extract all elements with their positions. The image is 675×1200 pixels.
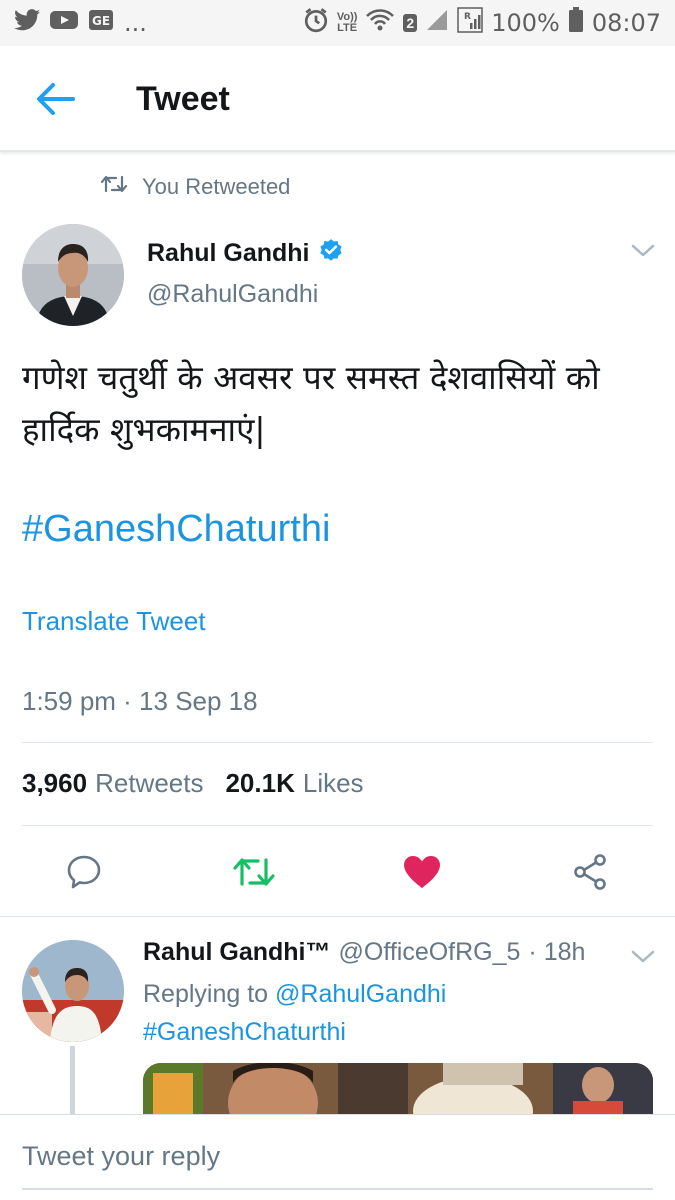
author-name-row[interactable]: Rahul Gandhi: [147, 238, 344, 269]
reply-button[interactable]: [62, 850, 106, 894]
reply-input-underline: [22, 1188, 653, 1190]
wifi-icon: [365, 8, 395, 39]
retweet-context-label: You Retweeted: [142, 174, 291, 199]
alarm-icon: [303, 7, 329, 40]
divider: [22, 742, 653, 743]
heart-icon: [404, 856, 440, 888]
replying-to: Replying to @RahulGandhi: [143, 980, 446, 1009]
reply-author-avatar[interactable]: [22, 940, 124, 1042]
tweet-text: गणेश चतुर्थी के अवसर पर समस्त देशवासियों…: [22, 358, 600, 449]
clock: 08:07: [591, 9, 661, 37]
like-button[interactable]: [400, 850, 444, 894]
page-title: Tweet: [136, 80, 230, 118]
sim-slot-badge: 2: [403, 14, 418, 32]
author-avatar[interactable]: [22, 224, 124, 326]
reply-options-button[interactable]: [630, 946, 656, 968]
tweet-hashtag-link[interactable]: #GaneshChaturthi: [22, 508, 330, 551]
author-name[interactable]: Rahul Gandhi: [147, 239, 310, 268]
divider: [22, 825, 653, 826]
chevron-down-icon: [631, 950, 655, 963]
author-handle[interactable]: @RahulGandhi: [147, 280, 318, 309]
reply-input[interactable]: Tweet your reply: [22, 1141, 220, 1172]
verified-badge-icon: [318, 238, 344, 269]
like-count-label[interactable]: Likes: [303, 768, 364, 799]
section-divider: [0, 916, 675, 917]
reply-header[interactable]: Rahul Gandhi™ @OfficeOfRG_5 · 18h: [143, 938, 585, 967]
replying-to-mention[interactable]: @RahulGandhi: [275, 980, 446, 1008]
retweet-count-label[interactable]: Retweets: [95, 768, 203, 799]
app-bar: Tweet: [0, 46, 675, 152]
reply-author-handle[interactable]: @OfficeOfRG_5: [339, 938, 521, 967]
chevron-down-icon: [631, 244, 655, 257]
retweet-small-icon: [100, 174, 128, 200]
tweet-options-button[interactable]: [630, 240, 656, 262]
overflow-indicator: ...: [124, 9, 147, 37]
back-button[interactable]: [30, 76, 80, 122]
share-icon: [574, 854, 606, 890]
thread-line: [70, 1046, 75, 1116]
retweet-count[interactable]: 3,960: [22, 768, 87, 799]
reply-time-ago: · 18h: [528, 938, 586, 966]
share-button[interactable]: [568, 850, 612, 894]
back-arrow-icon: [37, 83, 75, 115]
like-count[interactable]: 20.1K: [225, 768, 294, 799]
svg-text:GE: GE: [92, 14, 110, 28]
reply-hashtag-link[interactable]: #GaneshChaturthi: [143, 1018, 346, 1047]
twitter-icon: [14, 8, 40, 38]
retweet-icon: [233, 858, 275, 886]
status-bar: GE ... Vo)) LTE 2 R 100% 08:07: [0, 0, 675, 46]
reply-author-name[interactable]: Rahul Gandhi™: [143, 938, 331, 967]
battery-icon: [568, 6, 584, 40]
signal-icon: [425, 8, 449, 39]
tweet-timestamp: 1:59 pm · 13 Sep 18: [22, 686, 258, 716]
signal-r-icon: R: [457, 6, 483, 40]
translate-tweet-link[interactable]: Translate Tweet: [22, 606, 206, 637]
battery-percent: 100%: [491, 9, 560, 37]
tweet-stats: 3,960 Retweets 20.1K Likes: [22, 768, 364, 799]
retweet-button[interactable]: [232, 850, 276, 894]
volte-icon: Vo)) LTE: [336, 11, 358, 34]
svg-text:R: R: [464, 12, 471, 22]
youtube-icon: [50, 9, 78, 38]
replying-to-prefix: Replying to: [143, 980, 269, 1008]
retweet-context: You Retweeted: [100, 172, 290, 202]
reply-icon: [67, 855, 101, 889]
ge-icon: GE: [88, 9, 114, 38]
